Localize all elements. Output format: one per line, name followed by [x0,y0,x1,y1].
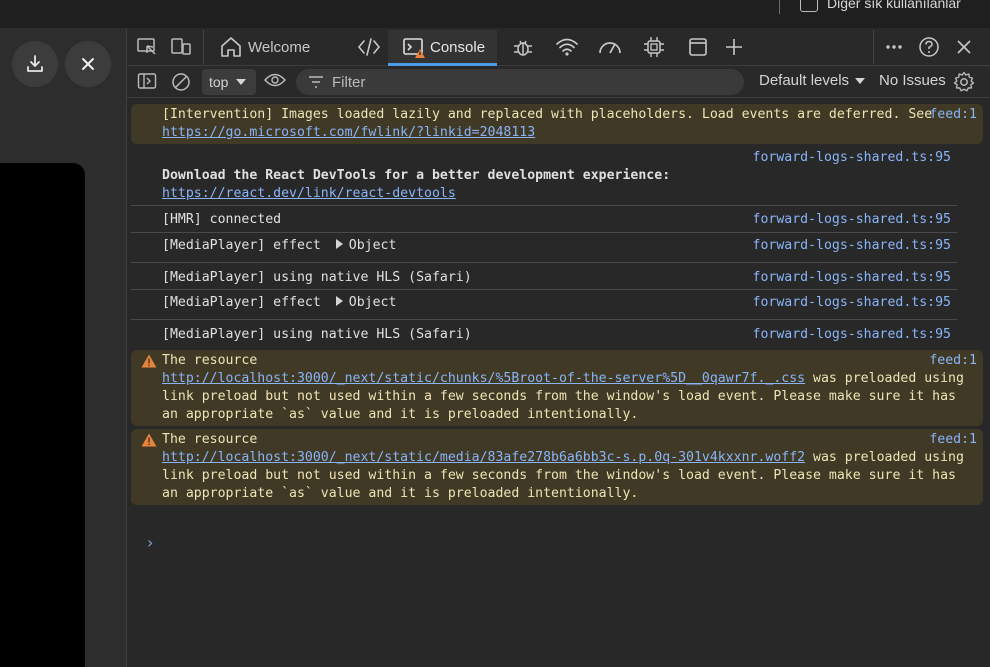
message-source-link[interactable]: feed:1 [929,352,977,370]
message-source-link[interactable]: feed:1 [929,106,977,124]
log-levels-dropdown[interactable]: Default levels [759,72,866,89]
context-select-value: top [209,74,229,90]
message-source-link[interactable]: forward-logs-shared.ts:95 [753,269,952,287]
tab-separator [203,30,204,64]
message-text: The resource [162,432,258,447]
bug-icon [514,40,532,56]
tab-welcome-label: Welcome [248,38,311,56]
console-message-log: [MediaPlayer] effect Object forward-logs-… [131,290,957,320]
tab-welcome[interactable]: Welcome [219,36,310,58]
log-levels-label: Default levels [759,72,850,89]
message-text: [HMR] connected [162,212,282,227]
sidebar-toggle-icon[interactable] [137,72,157,90]
filter-input[interactable] [332,73,712,91]
console-message-log: [MediaPlayer] effect Object forward-logs-… [131,233,957,263]
filter-input-box[interactable] [296,69,744,95]
close-devtools-button[interactable] [953,36,975,58]
console-prompt[interactable]: › [147,533,153,552]
home-icon [221,37,241,57]
message-link[interactable]: http://localhost:3000/_next/static/media… [162,450,805,465]
chip-icon [644,37,664,57]
toolbar-separator [873,30,874,64]
tab-application[interactable] [687,36,709,58]
download-icon [27,55,43,72]
tab-sources[interactable] [511,36,535,58]
console-message-warning: [Intervention] Images loaded lazily and … [131,104,983,144]
favorites-bar: Diğer sık kullanılanlar [0,0,990,28]
close-overlay-button[interactable] [65,41,111,87]
message-source-link[interactable]: forward-logs-shared.ts:95 [753,149,952,167]
object-preview[interactable]: Object [349,295,397,310]
favorites-separator [779,0,780,14]
message-link[interactable]: http://localhost:3000/_next/static/chunk… [162,371,805,386]
wifi-icon [556,38,578,56]
chevron-down-icon [236,79,247,85]
inspect-element-icon[interactable] [135,36,159,58]
context-select[interactable]: top [202,69,256,95]
more-tools-button[interactable] [723,36,745,58]
message-text: [MediaPlayer] using native HLS (Safari) [162,327,472,342]
message-source-link[interactable]: forward-logs-shared.ts:95 [753,326,952,344]
devtools-tabbar: Welcome Console [127,28,990,66]
console-message-log: [MediaPlayer] using native HLS (Safari) … [131,263,957,290]
download-button[interactable] [12,41,58,87]
message-link[interactable]: https://react.dev/link/react-devtools [162,186,456,201]
live-expression-icon[interactable] [264,72,286,88]
folder-icon[interactable] [800,0,818,12]
message-text: [Intervention] Images loaded lazily and … [162,107,933,122]
console-message-log: [MediaPlayer] using native HLS (Safari) … [131,320,957,347]
close-icon [957,40,971,54]
tab-console-label: Console [430,38,486,56]
message-text: [MediaPlayer] effect [162,238,321,253]
plus-icon [726,39,742,55]
tab-memory[interactable] [642,36,666,58]
tab-console[interactable]: Console [388,30,497,66]
chevron-down-icon [855,77,866,84]
message-link[interactable]: https://go.microsoft.com/fwlink/?linkid=… [162,125,535,140]
message-source-link[interactable]: forward-logs-shared.ts:95 [753,294,952,312]
window-icon [689,38,707,56]
message-text: Download the React DevTools for a better… [162,168,671,183]
help-button[interactable] [917,36,941,58]
message-text: [MediaPlayer] using native HLS (Safari) [162,270,472,285]
tab-elements[interactable] [355,36,383,58]
customize-button[interactable] [883,36,905,58]
object-preview[interactable]: Object [349,238,397,253]
settings-gear-icon[interactable] [953,71,975,93]
issues-button[interactable]: No Issues [879,72,946,89]
message-text: [MediaPlayer] effect [162,295,321,310]
message-text: The resource [162,353,258,368]
message-source-link[interactable]: forward-logs-shared.ts:95 [753,237,952,255]
clear-console-icon[interactable] [171,72,191,92]
tab-performance[interactable] [597,36,623,58]
console-message-log: [HMR] connected forward-logs-shared.ts:9… [131,206,957,233]
console-toolbar: top Default levels No Issues [127,66,990,98]
expand-triangle-icon[interactable] [335,239,343,249]
message-source-link[interactable]: feed:1 [929,431,977,449]
console-message-warning: The resource http://localhost:3000/_next… [131,350,983,426]
console-icon [403,38,425,58]
expand-triangle-icon[interactable] [335,296,343,306]
gauge-icon [599,42,621,54]
device-emulation-icon[interactable] [169,36,193,58]
favorites-item-other[interactable]: Diğer sık kullanılanlar [827,0,961,11]
more-icon [886,45,902,49]
warning-icon [141,433,157,447]
code-icon [357,38,381,56]
console-message-warning: The resource http://localhost:3000/_next… [131,429,983,505]
filter-icon [309,76,323,88]
console-messages: [Intervention] Images loaded lazily and … [131,101,983,508]
close-icon [82,58,94,70]
warning-icon [141,354,157,368]
message-source-link[interactable]: forward-logs-shared.ts:95 [753,211,952,229]
console-message-log: forward-logs-shared.ts:95 Download the R… [131,147,957,206]
tab-network[interactable] [555,36,579,58]
video-player[interactable] [0,163,85,667]
help-icon [919,37,939,57]
devtools-panel: Welcome Console top Filter Default level… [126,28,990,667]
